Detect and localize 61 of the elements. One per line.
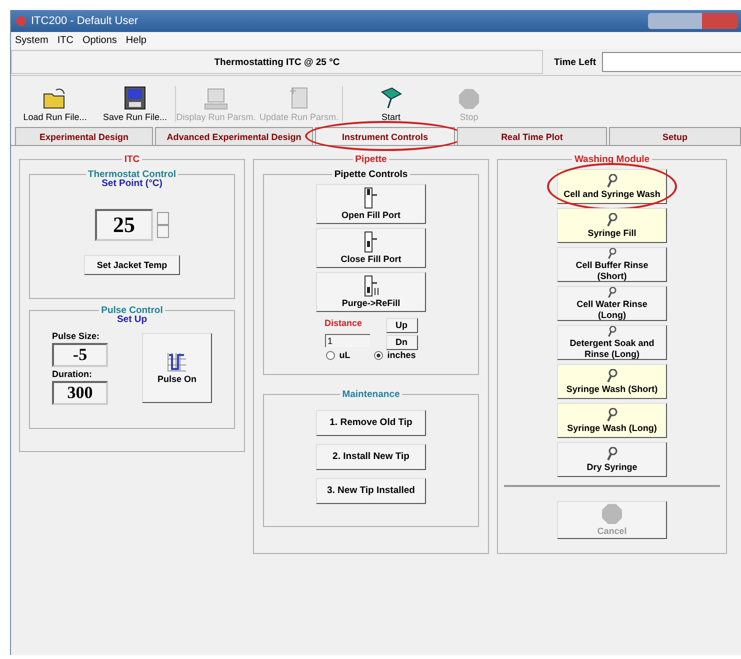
unit-radio[interactable]: uL (326, 350, 350, 360)
group-title: Thermostat Control (86, 169, 178, 180)
spin-buttons[interactable] (157, 212, 169, 238)
wash-button[interactable]: Cell and Syringe Wash (557, 169, 667, 204)
tab[interactable]: Setup (609, 127, 741, 145)
wash-button[interactable]: Cell Water Rinse (Long) (557, 286, 667, 321)
group-title: Pipette Controls (333, 169, 409, 180)
tab[interactable]: Experimental Design (15, 127, 153, 145)
group-title: Pulse Control (100, 305, 164, 316)
maintenance-button[interactable]: 3. New Tip Installed (316, 478, 426, 504)
flag-icon (379, 86, 403, 110)
wash-button[interactable]: Cell Buffer Rinse (Short) (557, 247, 667, 282)
wash-button[interactable]: Syringe Wash (Short) (557, 364, 667, 399)
duration-field[interactable]: 300 (52, 381, 108, 405)
wash-button[interactable]: Dry Syringe (557, 442, 667, 477)
window-controls[interactable] (648, 13, 738, 29)
chart-icon (166, 351, 188, 374)
field-label: Duration: (52, 369, 92, 379)
menu-item[interactable]: Options (82, 35, 117, 46)
group-title: Washing Module (573, 154, 651, 165)
group-title: ITC (123, 154, 141, 165)
menu-item[interactable]: Help (126, 35, 146, 46)
stop-sign-icon (458, 88, 480, 110)
pipette-button[interactable]: Open Fill Port (316, 184, 426, 224)
app-icon (15, 15, 27, 27)
menu-item[interactable]: System (15, 35, 48, 46)
group-title: Maintenance (341, 389, 401, 400)
time-left-field[interactable] (602, 52, 741, 72)
window-title: ITC200 - Default User (31, 15, 138, 27)
computer-icon (203, 88, 229, 110)
tab[interactable]: Advanced Experimental Design (155, 127, 313, 145)
document-icon (288, 86, 310, 110)
tab[interactable]: Real Time Plot (457, 127, 607, 145)
set-point-field[interactable]: 25 (95, 209, 153, 241)
down-button[interactable]: Dn (386, 335, 418, 350)
toolbar-button[interactable]: Load Run File... (15, 88, 95, 122)
distance-field[interactable]: 1 (324, 334, 370, 347)
group-subtitle: Set Point (°C) (102, 178, 162, 189)
stop-sign-icon (601, 503, 623, 526)
set-jacket-temp-button[interactable]: Set Jacket Temp (84, 255, 180, 275)
toolbar-button[interactable]: Save Run File... (95, 86, 176, 122)
wash-button[interactable]: Syringe Fill (557, 208, 667, 243)
maintenance-button[interactable]: 1. Remove Old Tip (316, 410, 426, 436)
menu-item[interactable]: ITC (57, 35, 74, 46)
unit-radio[interactable]: inches (374, 350, 416, 360)
maintenance-button[interactable]: 2. Install New Tip (316, 444, 426, 470)
pipette-button[interactable]: Purge->ReFill (316, 272, 426, 312)
group-title: Pipette (354, 154, 388, 165)
pipette-button[interactable]: Close Fill Port (316, 228, 426, 268)
up-button[interactable]: Up (386, 318, 418, 333)
distance-label: Distance (324, 318, 362, 328)
pulse-size-field[interactable]: -5 (52, 343, 108, 367)
status-message: Thermostatting ITC @ 25 °C (11, 50, 543, 74)
toolbar-button[interactable]: Start (343, 86, 439, 122)
tab[interactable]: Instrument Controls (315, 127, 455, 145)
pulse-on-button[interactable]: Pulse On (142, 333, 212, 403)
time-left-label: Time Left (554, 56, 596, 68)
group-subtitle: Set Up (116, 314, 148, 325)
field-label: Pulse Size: (52, 331, 100, 341)
wash-button[interactable]: Detergent Soak and Rinse (Long) (557, 325, 667, 360)
wash-button[interactable]: Syringe Wash (Long) (557, 403, 667, 438)
